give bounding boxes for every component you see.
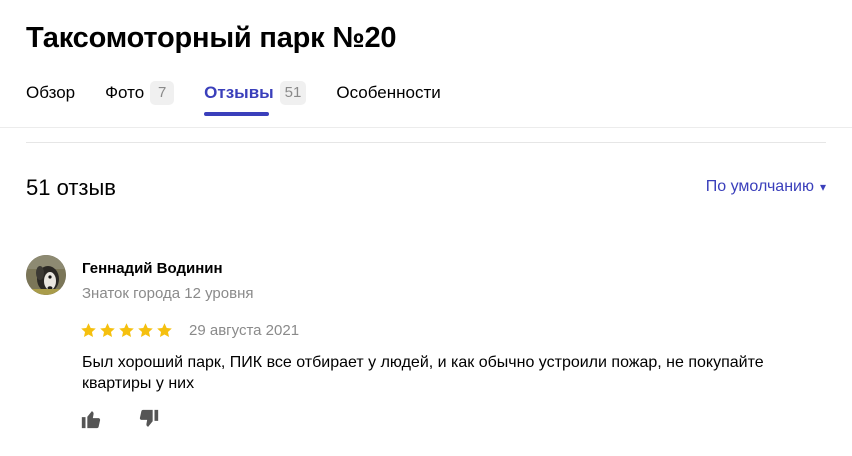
star-icon bbox=[81, 323, 96, 338]
tabs-divider bbox=[0, 127, 852, 128]
review-date: 29 августа 2021 bbox=[189, 322, 300, 339]
thumbs-down-icon[interactable] bbox=[138, 408, 160, 430]
star-icon bbox=[119, 323, 134, 338]
tab-label: Обзор bbox=[26, 83, 76, 102]
tab-overview[interactable]: Обзор bbox=[26, 80, 75, 106]
tab-bar: Обзор Фото 7 Отзывы 51 Особенности bbox=[26, 80, 471, 120]
tab-label: Фото bbox=[105, 83, 145, 102]
tab-label: Особенности bbox=[336, 83, 441, 102]
thumbs-up-icon[interactable] bbox=[80, 408, 102, 430]
tab-label: Отзывы bbox=[204, 83, 274, 102]
page-title: Таксомоторный парк №20 bbox=[26, 22, 397, 54]
avatar-image bbox=[26, 255, 66, 295]
organization-reviews-page: Таксомоторный парк №20 Обзор Фото 7 Отзы… bbox=[0, 0, 852, 456]
review-reactions bbox=[80, 408, 196, 430]
review-rating-row: 29 августа 2021 bbox=[80, 322, 299, 339]
tab-photos[interactable]: Фото 7 bbox=[105, 80, 175, 106]
tab-features[interactable]: Особенности bbox=[336, 80, 440, 106]
review-author-level: Знаток города 12 уровня bbox=[82, 285, 254, 302]
star-icon bbox=[100, 323, 115, 338]
review-author-name[interactable]: Геннадий Водинин bbox=[82, 260, 223, 277]
tab-reviews[interactable]: Отзывы 51 bbox=[204, 80, 307, 116]
active-tab-indicator bbox=[204, 112, 270, 116]
avatar[interactable] bbox=[26, 255, 66, 295]
review-text: Был хороший парк, ПИК все отбирает у люд… bbox=[82, 354, 764, 392]
chevron-down-icon: ▾ bbox=[819, 180, 826, 194]
star-icon bbox=[138, 323, 153, 338]
star-rating bbox=[80, 322, 175, 339]
sort-dropdown[interactable]: По умолчанию ▾ bbox=[706, 178, 826, 196]
tab-count-badge: 7 bbox=[150, 81, 175, 105]
reviews-count-heading: 51 отзыв bbox=[26, 175, 116, 200]
section-divider bbox=[26, 142, 826, 143]
sort-dropdown-label: По умолчанию bbox=[705, 178, 814, 195]
tab-count-badge: 51 bbox=[279, 81, 307, 105]
star-icon bbox=[157, 323, 172, 338]
